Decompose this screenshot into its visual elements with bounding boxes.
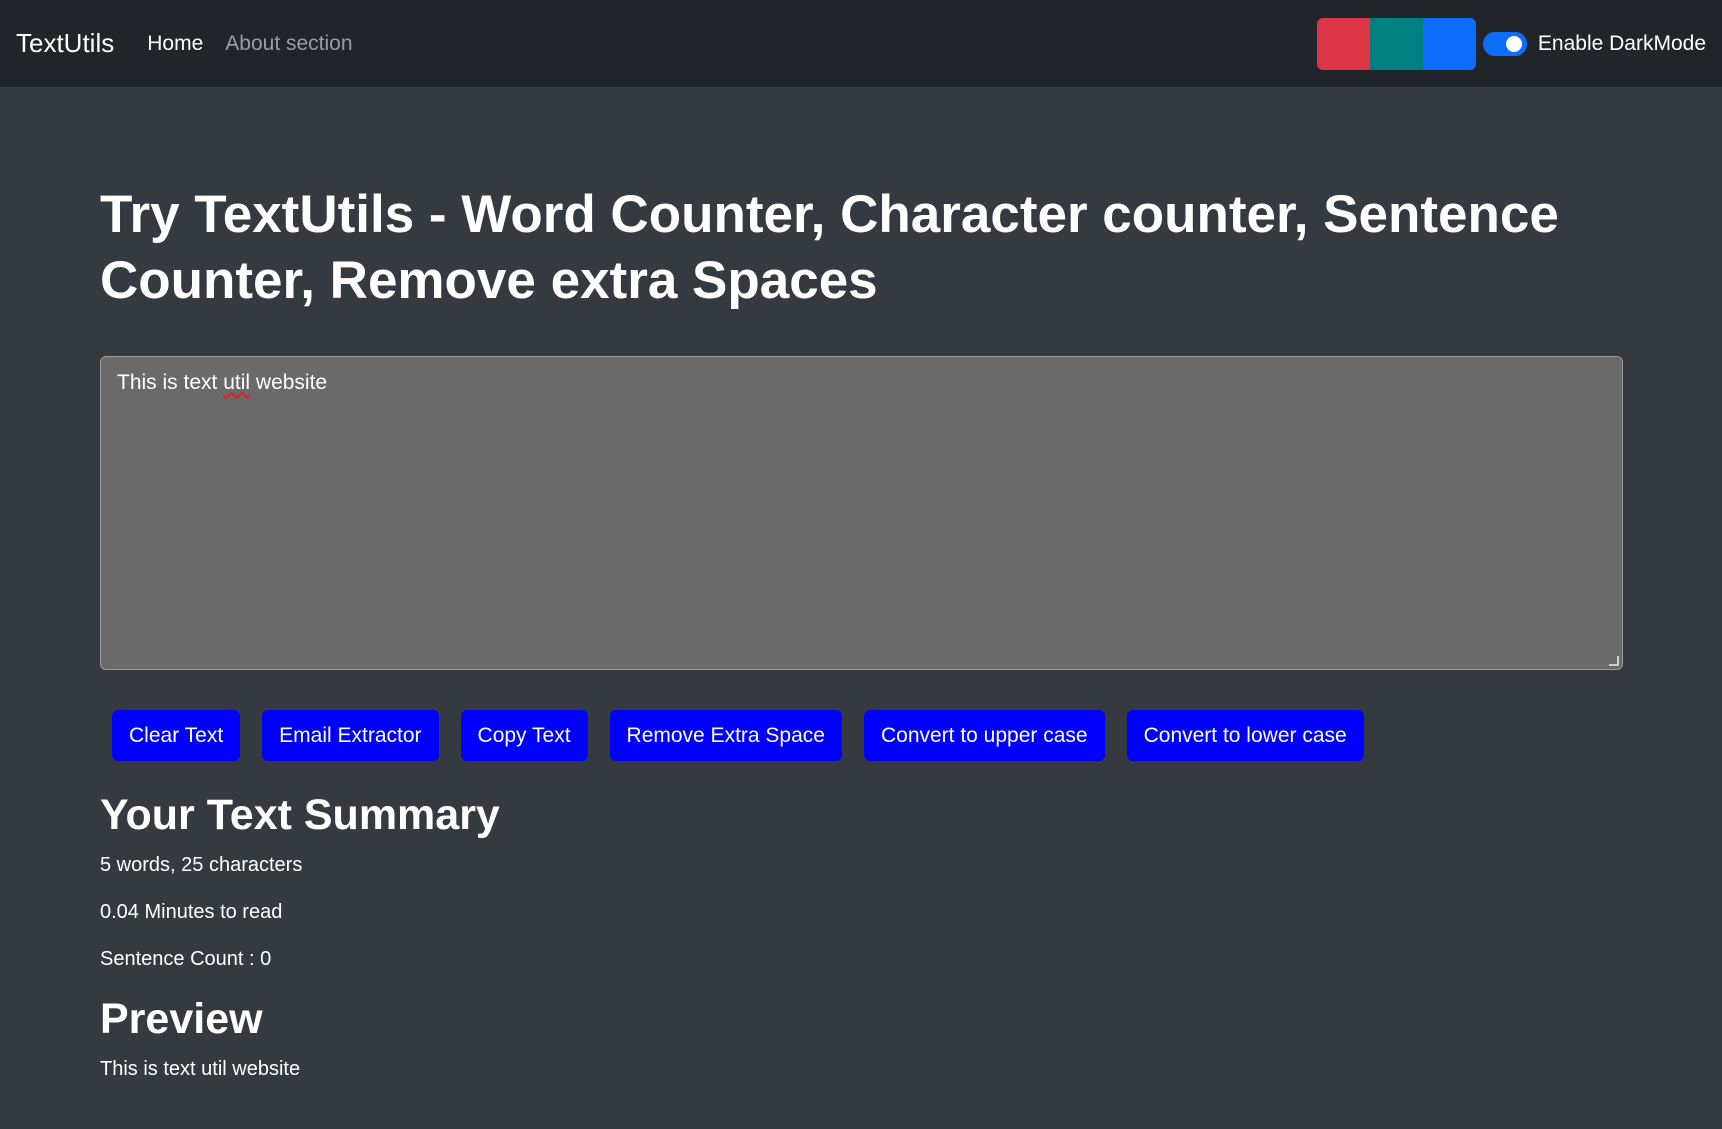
text-before: This is text bbox=[117, 371, 224, 394]
toggle-knob bbox=[1505, 36, 1522, 52]
text-after: website bbox=[250, 371, 328, 394]
theme-swatches bbox=[1316, 18, 1476, 70]
main-container: Try TextUtils - Word Counter, Character … bbox=[100, 87, 1623, 1081]
upper-case-button[interactable]: Convert to upper case bbox=[863, 710, 1105, 761]
clear-text-button[interactable]: Clear Text bbox=[112, 710, 241, 761]
sentence-count: Sentence Count : 0 bbox=[100, 948, 272, 970]
read-time: 0.04 Minutes to read bbox=[100, 901, 283, 923]
misspelled-word: util bbox=[223, 371, 251, 394]
resize-grip-icon[interactable] bbox=[1609, 656, 1619, 666]
text-input-area[interactable]: This is text util website bbox=[100, 356, 1623, 670]
navbar: TextUtils Home About section Enable Dark… bbox=[0, 0, 1722, 87]
copy-text-button[interactable]: Copy Text bbox=[460, 710, 588, 761]
summary-heading: Your Text Summary bbox=[100, 791, 500, 839]
theme-swatch-teal[interactable] bbox=[1369, 18, 1423, 70]
theme-swatch-blue[interactable] bbox=[1422, 18, 1476, 70]
word-char-count: 5 words, 25 characters bbox=[100, 854, 303, 876]
navbar-right-controls: Enable DarkMode bbox=[1316, 18, 1706, 70]
nav-link-home[interactable]: Home bbox=[147, 32, 203, 56]
preview-text: This is text util website bbox=[100, 1058, 301, 1080]
action-buttons: Clear Text Email Extractor Copy Text Rem… bbox=[112, 710, 1623, 761]
darkmode-toggle-label[interactable]: Enable DarkMode bbox=[1538, 32, 1706, 56]
email-extractor-button[interactable]: Email Extractor bbox=[262, 710, 439, 761]
page-title: Try TextUtils - Word Counter, Character … bbox=[100, 185, 1559, 310]
theme-swatch-red[interactable] bbox=[1316, 18, 1370, 70]
lower-case-button[interactable]: Convert to lower case bbox=[1126, 710, 1364, 761]
remove-extra-space-button[interactable]: Remove Extra Space bbox=[609, 710, 842, 761]
brand-logo-text[interactable]: TextUtils bbox=[16, 28, 114, 59]
darkmode-toggle-switch[interactable] bbox=[1482, 32, 1527, 56]
preview-heading: Preview bbox=[100, 995, 263, 1043]
nav-link-about[interactable]: About section bbox=[225, 32, 352, 56]
